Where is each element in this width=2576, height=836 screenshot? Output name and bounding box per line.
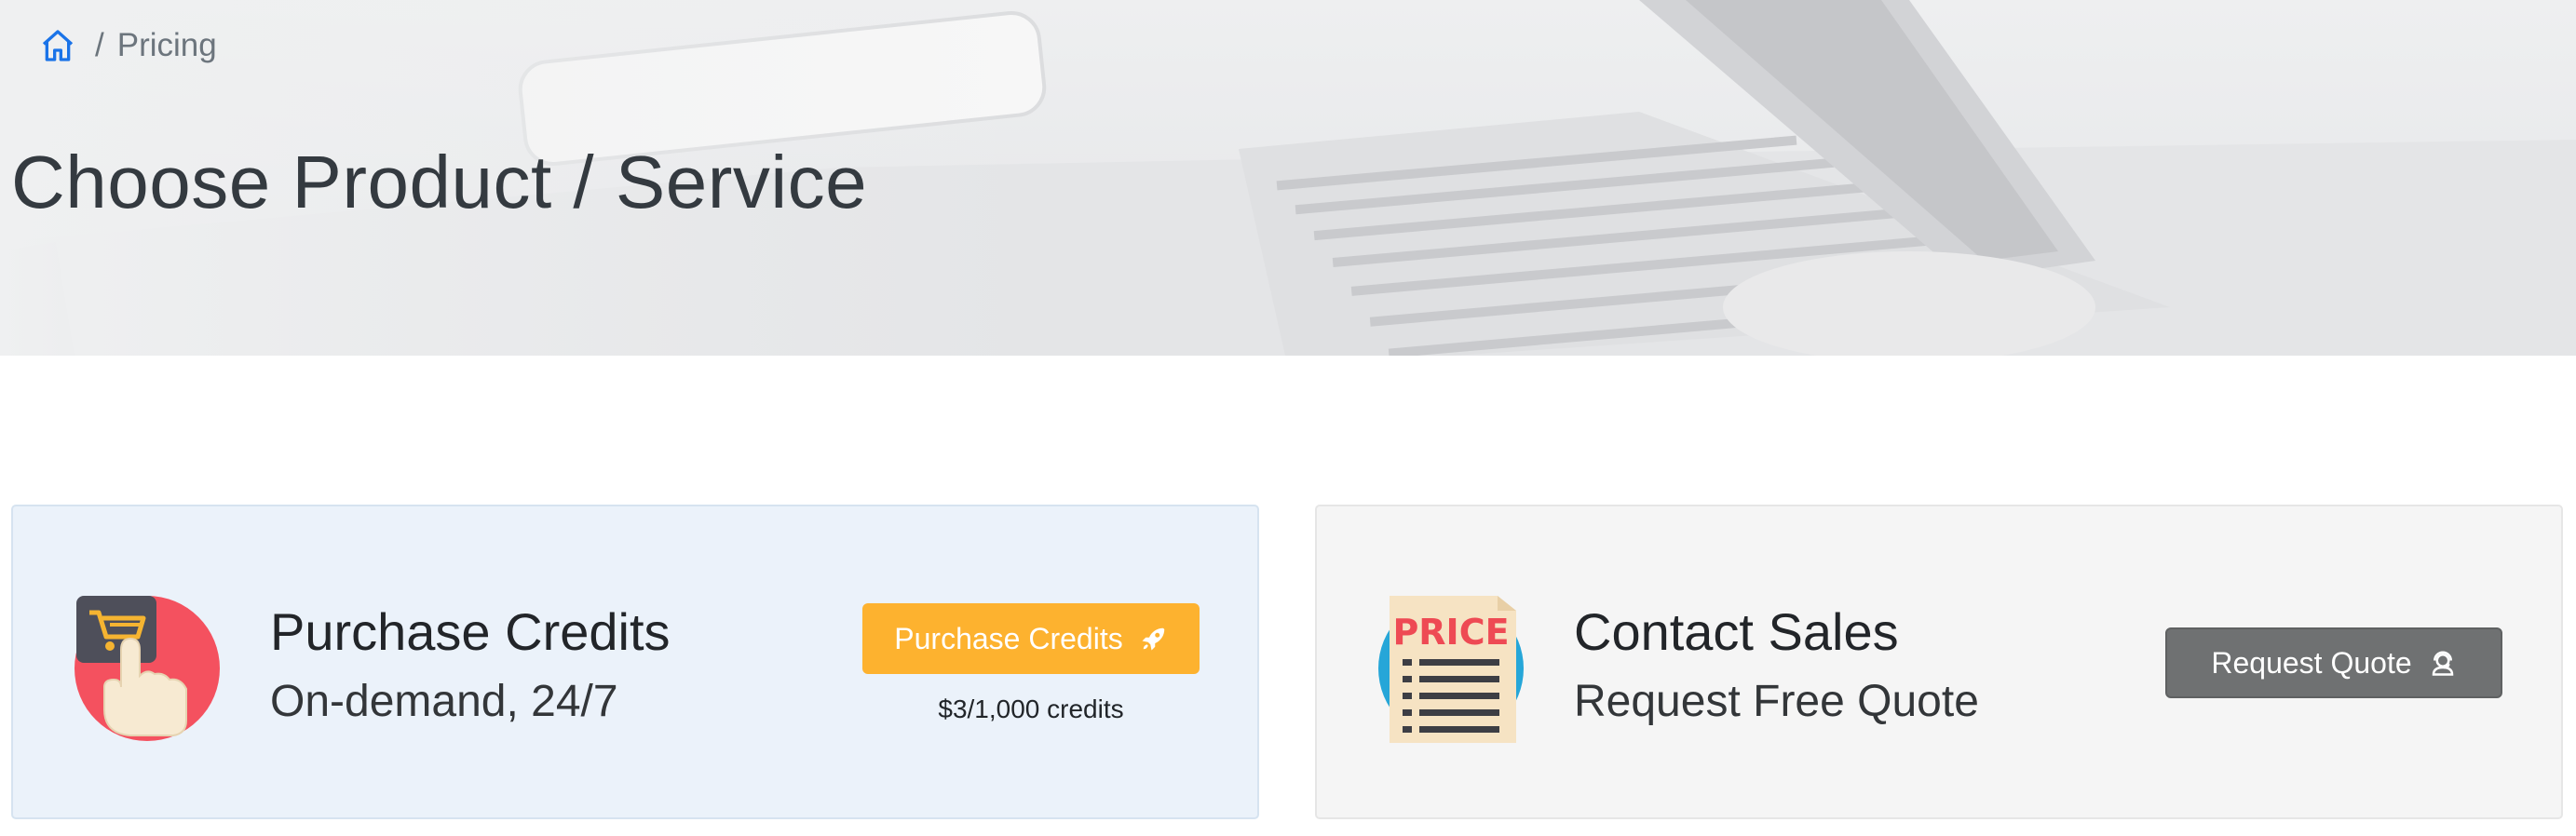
request-quote-button[interactable]: Request Quote [2165,627,2502,698]
purchase-credits-button[interactable]: Purchase Credits [862,603,1200,674]
price-list-icon: PRICE [1378,596,1524,743]
support-agent-icon [2429,649,2457,677]
shopping-cart-touch-icon [75,596,220,741]
home-icon[interactable] [37,25,78,66]
breadcrumb: / Pricing [37,24,217,67]
rocket-icon [1140,625,1168,653]
card-title: Contact Sales [1574,602,1899,661]
card-subtitle: On-demand, 24/7 [270,677,618,726]
card-title: Purchase Credits [270,602,671,661]
purchase-credits-card: Purchase Credits On-demand, 24/7 Purchas… [11,505,1259,819]
page-title: Choose Product / Service [11,141,868,223]
button-label: Request Quote [2211,645,2412,680]
contact-sales-card: PRICE Contact Sales Request Free Quote R… [1315,505,2563,819]
breadcrumb-current: Pricing [116,27,217,63]
price-label: PRICE [1392,612,1509,653]
hero-banner: / Pricing Choose Product / Service [0,0,2576,356]
price-note: $3/1,000 credits [938,694,1124,723]
button-label: Purchase Credits [894,621,1123,655]
card-subtitle: Request Free Quote [1574,677,1979,726]
breadcrumb-separator: / [95,27,104,63]
